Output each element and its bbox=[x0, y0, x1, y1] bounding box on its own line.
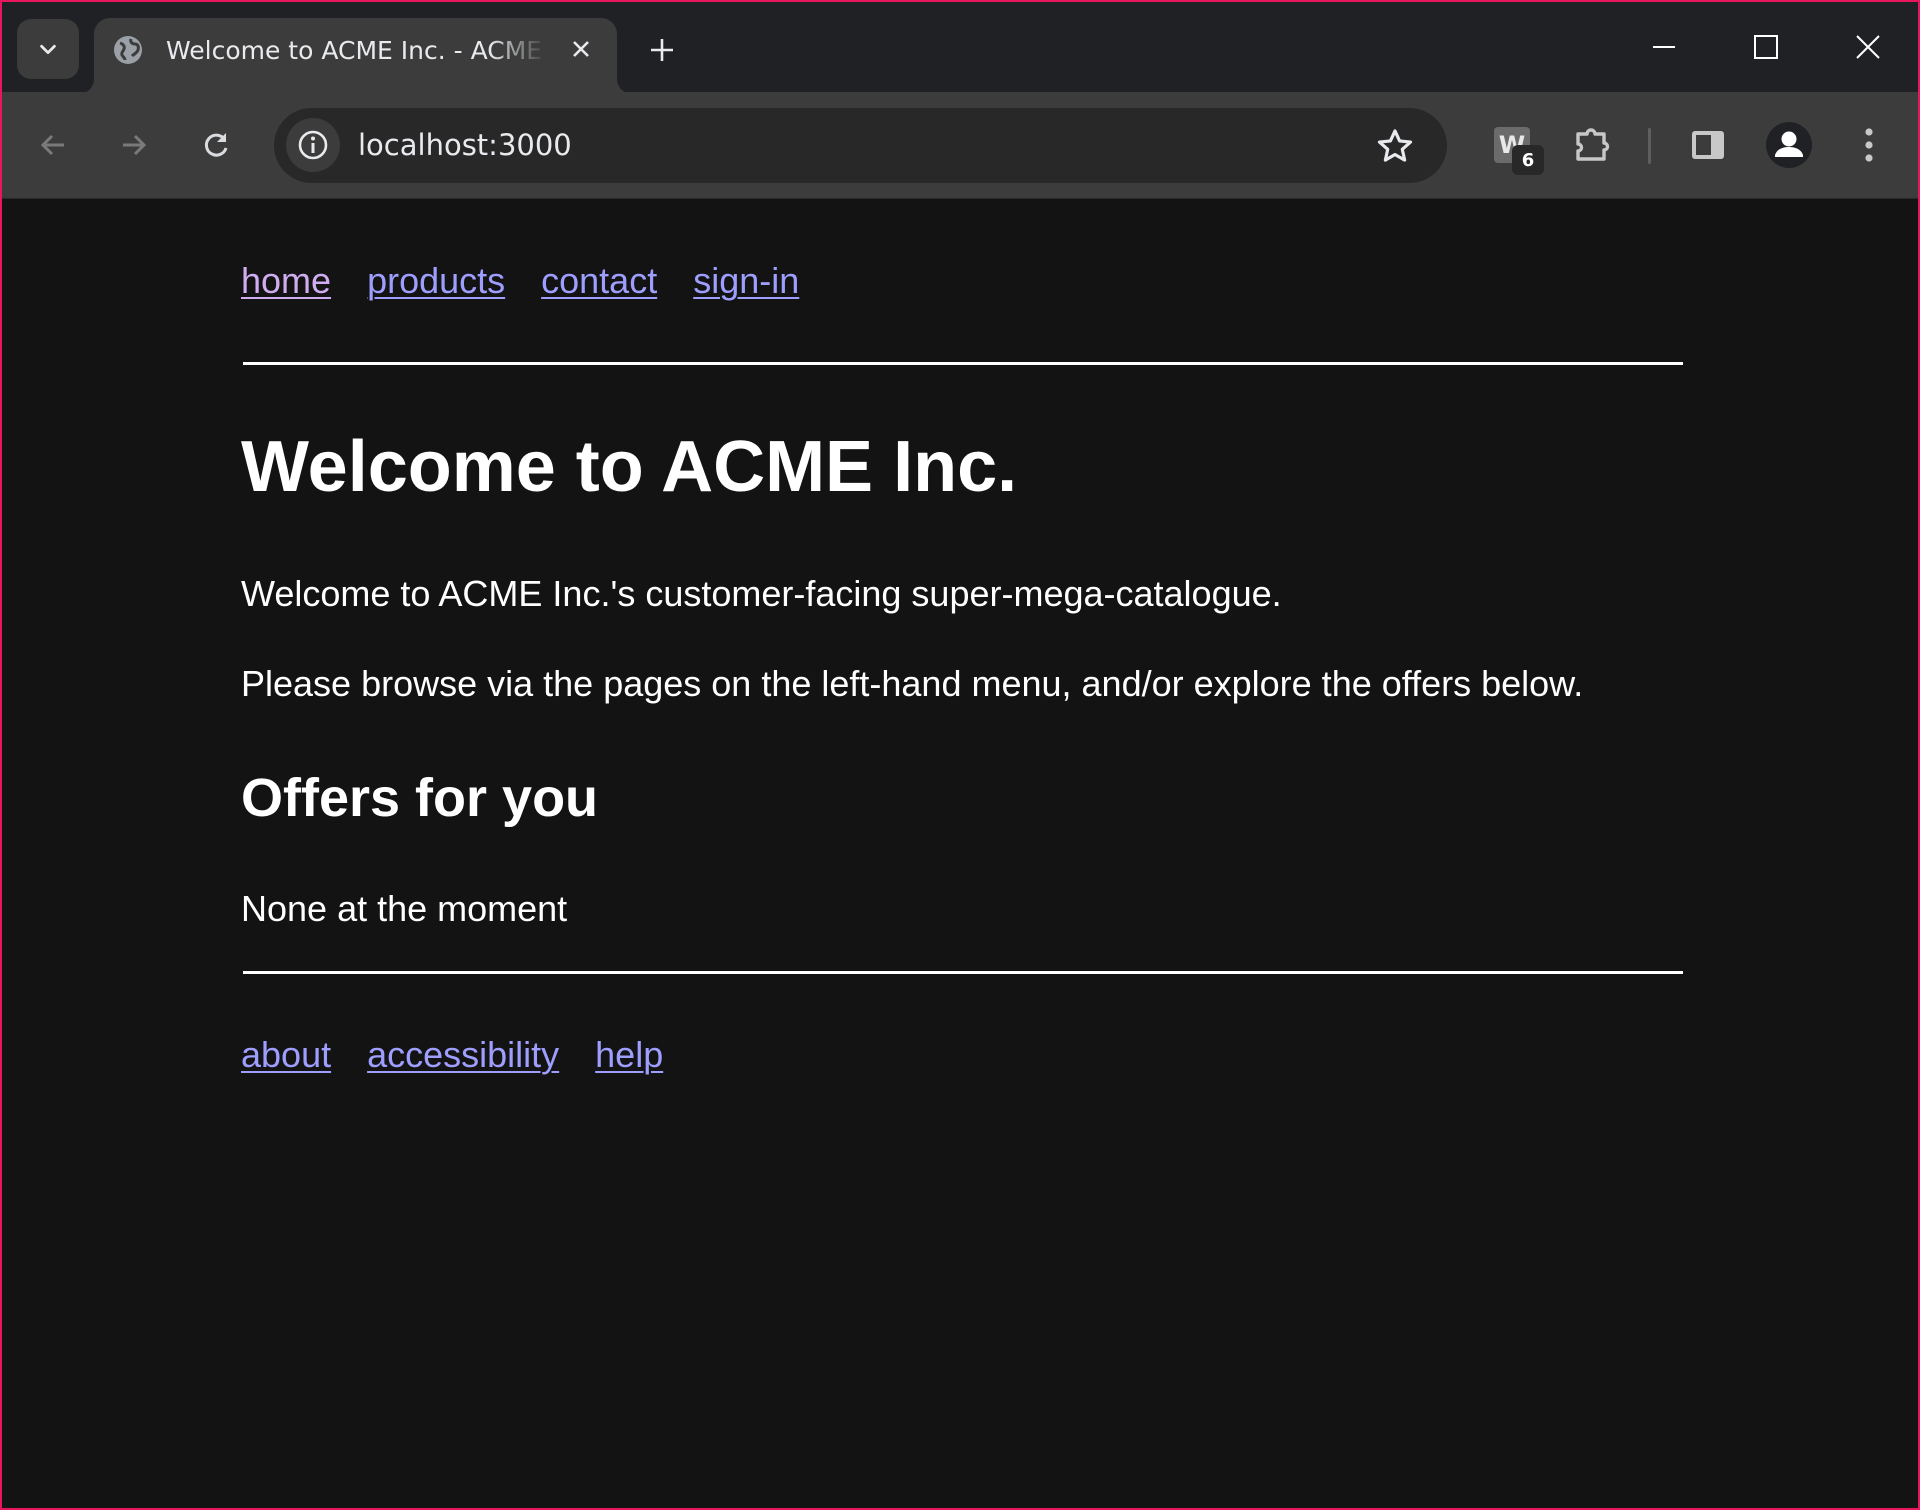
minimize-button[interactable] bbox=[1619, 16, 1709, 78]
chevron-down-icon bbox=[40, 44, 56, 55]
profile-button[interactable] bbox=[1762, 118, 1816, 172]
tab-close-button[interactable] bbox=[564, 32, 598, 66]
extension-button[interactable]: W 6 bbox=[1485, 118, 1544, 175]
back-button[interactable] bbox=[28, 120, 78, 170]
side-panel-button[interactable] bbox=[1681, 118, 1735, 172]
site-info-button[interactable] bbox=[286, 118, 340, 172]
browser-window: Welcome to ACME Inc. - ACME Inc. bbox=[2, 2, 1918, 1508]
page-title: Welcome to ACME Inc. bbox=[241, 427, 1018, 507]
toolbar-separator bbox=[1648, 128, 1651, 164]
intro-text: Welcome to ACME Inc.'s customer-facing s… bbox=[241, 573, 1282, 614]
extension-badge: 6 bbox=[1512, 145, 1544, 175]
side-panel-icon bbox=[1692, 131, 1724, 159]
instructions-text: Please browse via the pages on the left-… bbox=[241, 663, 1584, 704]
browser-menu-button[interactable] bbox=[1842, 118, 1896, 172]
close-window-button[interactable] bbox=[1823, 16, 1913, 78]
close-icon bbox=[573, 41, 589, 57]
puzzle-icon bbox=[1576, 128, 1610, 161]
footer-link-help[interactable]: help bbox=[595, 1034, 663, 1078]
tab-search-button[interactable] bbox=[17, 19, 79, 79]
arrow-left-icon bbox=[40, 134, 64, 156]
nav-link-contact[interactable]: contact bbox=[541, 260, 657, 304]
reload-icon bbox=[204, 133, 228, 157]
web-page: home products contact sign-in Welcome to… bbox=[2, 200, 1918, 1508]
header-divider bbox=[243, 362, 1683, 365]
maximize-button[interactable] bbox=[1721, 16, 1811, 78]
bookmark-button[interactable] bbox=[1373, 124, 1417, 168]
nav-link-products[interactable]: products bbox=[367, 260, 505, 304]
tab-title: Welcome to ACME Inc. - ACME Inc. bbox=[166, 36, 546, 65]
globe-icon bbox=[114, 36, 142, 64]
footer-divider bbox=[243, 971, 1683, 974]
offers-heading: Offers for you bbox=[241, 768, 599, 828]
minimize-icon bbox=[1653, 46, 1675, 48]
footer-link-accessibility[interactable]: accessibility bbox=[367, 1034, 559, 1078]
maximize-icon bbox=[1754, 35, 1778, 59]
offers-empty-text: None at the moment bbox=[241, 888, 568, 929]
kebab-menu-icon bbox=[1865, 128, 1873, 162]
top-nav: home products contact sign-in bbox=[241, 260, 799, 304]
browser-toolbar: localhost:3000 W 6 bbox=[2, 92, 1918, 199]
nav-link-home[interactable]: home bbox=[241, 260, 331, 304]
plus-icon bbox=[651, 39, 673, 61]
arrow-right-icon bbox=[123, 134, 147, 156]
new-tab-button[interactable] bbox=[642, 30, 682, 70]
nav-link-sign-in[interactable]: sign-in bbox=[693, 260, 799, 304]
url-text[interactable]: localhost:3000 bbox=[358, 108, 572, 183]
close-icon bbox=[1856, 35, 1880, 59]
address-bar[interactable]: localhost:3000 bbox=[274, 108, 1447, 183]
star-icon bbox=[1377, 129, 1413, 162]
active-tab[interactable]: Welcome to ACME Inc. - ACME Inc. bbox=[78, 18, 633, 94]
profile-icon bbox=[1766, 122, 1812, 168]
footer-nav: about accessibility help bbox=[241, 1034, 663, 1078]
reload-button[interactable] bbox=[191, 120, 241, 170]
forward-button[interactable] bbox=[109, 120, 159, 170]
footer-link-about[interactable]: about bbox=[241, 1034, 331, 1078]
tab-strip: Welcome to ACME Inc. - ACME Inc. bbox=[2, 2, 1918, 94]
extensions-menu-button[interactable] bbox=[1565, 118, 1619, 172]
extension-w-icon: W 6 bbox=[1494, 127, 1544, 175]
info-icon bbox=[298, 130, 328, 160]
